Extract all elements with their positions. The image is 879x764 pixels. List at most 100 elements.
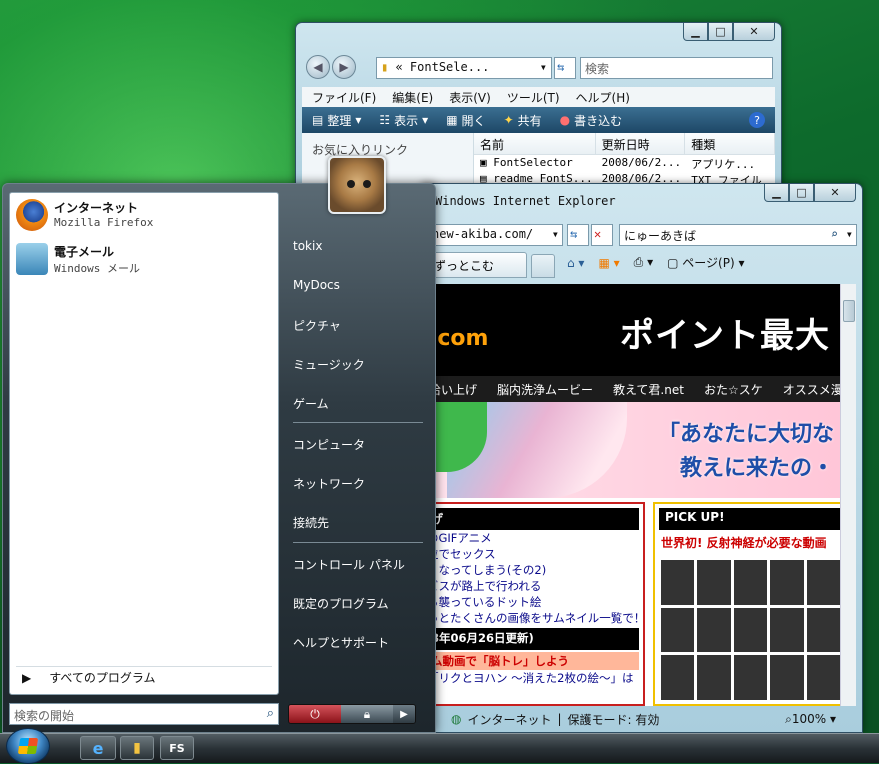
column-type[interactable]: 種類 <box>685 133 775 154</box>
views-button[interactable]: ☷ 表示 ▾ <box>379 112 428 129</box>
ie-scrollbar[interactable] <box>840 284 856 706</box>
burn-button[interactable]: ● 書き込む <box>560 112 623 129</box>
thumbnail[interactable] <box>697 560 731 605</box>
scrollbar-thumb[interactable] <box>843 300 855 322</box>
nav-link[interactable]: おた☆スケ <box>704 381 763 398</box>
organize-button[interactable]: ▤ 整理 ▾ <box>312 112 361 129</box>
thumbnail[interactable] <box>770 560 804 605</box>
menu-edit[interactable]: 編集(E) <box>392 89 433 106</box>
taskbar-explorer-button[interactable]: ▮ <box>120 736 154 760</box>
all-programs-button[interactable]: ▶ すべてのプログラム <box>16 666 272 688</box>
news-link[interactable]: 「リクとヨハン ～消えた2枚の絵～」は <box>427 670 643 686</box>
minimize-button[interactable]: ▁ <box>683 23 708 41</box>
news-link[interactable]: ビスが路上で行われる <box>427 578 643 594</box>
ie-address-input[interactable]: new-akiba.com/ ▾ <box>427 224 563 246</box>
stop-button[interactable]: ✕ <box>591 224 613 246</box>
place-computer[interactable]: コンピュータ <box>293 436 365 453</box>
thumbnail[interactable] <box>806 607 840 653</box>
thumbnail[interactable] <box>806 560 840 605</box>
nav-link[interactable]: 教えて君.net <box>613 381 684 398</box>
site-banner[interactable]: .com ポイント最大 <box>427 284 840 376</box>
thumbnail[interactable] <box>661 560 695 605</box>
place-default-programs[interactable]: 既定のプログラム <box>293 595 389 612</box>
back-button[interactable]: ◀ <box>306 55 330 79</box>
print-icon[interactable]: ⎙ ▾ <box>634 255 653 270</box>
ie-window[interactable]: Windows Internet Explorer ▁ □ ✕ new-akib… <box>420 183 863 733</box>
place-user[interactable]: tokix <box>293 239 322 253</box>
news-link[interactable]: ら襲っているドット絵 <box>427 594 643 610</box>
menu-view[interactable]: 表示(V) <box>449 89 491 106</box>
thumbnail[interactable] <box>770 655 804 700</box>
thumbnail[interactable] <box>697 655 731 700</box>
thumbnail[interactable] <box>770 607 804 653</box>
menu-help[interactable]: ヘルプ(H) <box>576 89 630 106</box>
thumbnail[interactable] <box>733 655 768 700</box>
nav-link[interactable]: 脳内洗浄ムービー <box>497 381 593 398</box>
thumbnail[interactable] <box>806 655 840 700</box>
status-zone[interactable]: インターネット <box>467 711 551 728</box>
column-name[interactable]: 名前 <box>474 133 596 154</box>
start-search-input[interactable]: 検索の開始 ⌕ <box>9 703 279 725</box>
place-documents[interactable]: MyDocs <box>293 278 340 292</box>
feature-link[interactable]: ム動画で「脳トレ」しよう <box>427 652 639 670</box>
share-button[interactable]: ✦ 共有 <box>504 112 542 129</box>
place-music[interactable]: ミュージック <box>293 356 365 373</box>
explorer-address-input[interactable]: ▮ « FontSele... ▾ <box>376 57 552 79</box>
explorer-search-input[interactable]: 検索 <box>580 57 773 79</box>
taskbar-ie-button[interactable]: e <box>80 736 116 760</box>
place-control-panel[interactable]: コントロール パネル <box>293 556 405 573</box>
thumbnail[interactable] <box>733 607 768 653</box>
column-date[interactable]: 更新日時 <box>596 133 686 154</box>
tab-active[interactable]: ずっとこむ <box>427 252 527 278</box>
feeds-icon[interactable]: ▦ ▾ <box>598 256 619 270</box>
lock-button[interactable]: 🔒︎ <box>341 705 393 723</box>
pickup-subtitle[interactable]: 世界初! 反射神経が必要な動画 <box>661 534 840 551</box>
status-protected-mode[interactable]: 保護モード: 有効 <box>568 711 660 728</box>
zoom-button[interactable]: ⌕100% ▾ <box>785 712 836 727</box>
place-help-support[interactable]: ヘルプとサポート <box>293 634 389 651</box>
pinned-email[interactable]: 電子メール Windows メール <box>16 243 140 276</box>
power-options-button[interactable]: ▶ <box>393 705 415 723</box>
thumbnail[interactable] <box>661 655 695 700</box>
page-menu-button[interactable]: ▢ ページ(P) ▾ <box>667 254 744 271</box>
home-icon[interactable]: ⌂ ▾ <box>567 256 584 270</box>
place-connect-to[interactable]: 接続先 <box>293 514 329 531</box>
nav-link[interactable]: 拾い上げ <box>429 381 477 398</box>
thumbnail[interactable] <box>733 560 768 605</box>
dropdown-icon[interactable]: ▾ <box>540 60 547 74</box>
minimize-button[interactable]: ▁ <box>764 184 789 202</box>
place-games[interactable]: ゲーム <box>293 395 329 412</box>
search-icon[interactable]: ⌕ <box>831 227 838 241</box>
open-button[interactable]: ▦ 開く <box>446 112 485 129</box>
power-button[interactable]: ⏻ <box>289 705 341 723</box>
news-link[interactable]: くなってしまう(その2) <box>427 562 643 578</box>
new-tab-button[interactable] <box>531 254 555 278</box>
news-link[interactable]: のGIFアニメ <box>427 530 643 546</box>
pickup-thumbnails[interactable] <box>661 560 840 700</box>
news-link[interactable]: 位でセックス <box>427 546 643 562</box>
thumbnail[interactable] <box>697 607 731 653</box>
menu-tools[interactable]: ツール(T) <box>507 89 560 106</box>
file-row[interactable]: ▣ FontSelector 2008/06/2... アプリケ... <box>474 155 775 171</box>
refresh-button[interactable]: ⇆ <box>554 57 576 79</box>
maximize-button[interactable]: □ <box>708 23 733 41</box>
pinned-internet[interactable]: インターネット Mozilla Firefox <box>16 199 153 231</box>
forward-button[interactable]: ▶ <box>332 55 356 79</box>
menu-file[interactable]: ファイル(F) <box>312 89 376 106</box>
news-link[interactable]: っとたくさんの画像をサムネイル一覧で！ <box>427 610 643 626</box>
dropdown-icon[interactable]: ▾ <box>552 227 559 241</box>
dropdown-icon[interactable]: ▾ <box>846 227 853 241</box>
refresh-button[interactable]: ⇆ <box>567 224 589 246</box>
place-network[interactable]: ネットワーク <box>293 475 365 492</box>
help-button[interactable]: ? <box>749 112 765 128</box>
place-pictures[interactable]: ピクチャ <box>293 317 341 334</box>
close-button[interactable]: ✕ <box>814 184 856 202</box>
start-button[interactable] <box>6 728 50 764</box>
close-button[interactable]: ✕ <box>733 23 775 41</box>
ie-search-input[interactable]: にゅーあきば ⌕ ▾ <box>619 224 857 246</box>
taskbar-fontselector-button[interactable]: FS <box>160 736 194 760</box>
maximize-button[interactable]: □ <box>789 184 814 202</box>
thumbnail[interactable] <box>661 607 695 653</box>
hero-banner[interactable]: 「あなたに大切な 教えに来たの・ <box>427 402 840 498</box>
nav-link[interactable]: オススメ漫 <box>783 381 840 398</box>
